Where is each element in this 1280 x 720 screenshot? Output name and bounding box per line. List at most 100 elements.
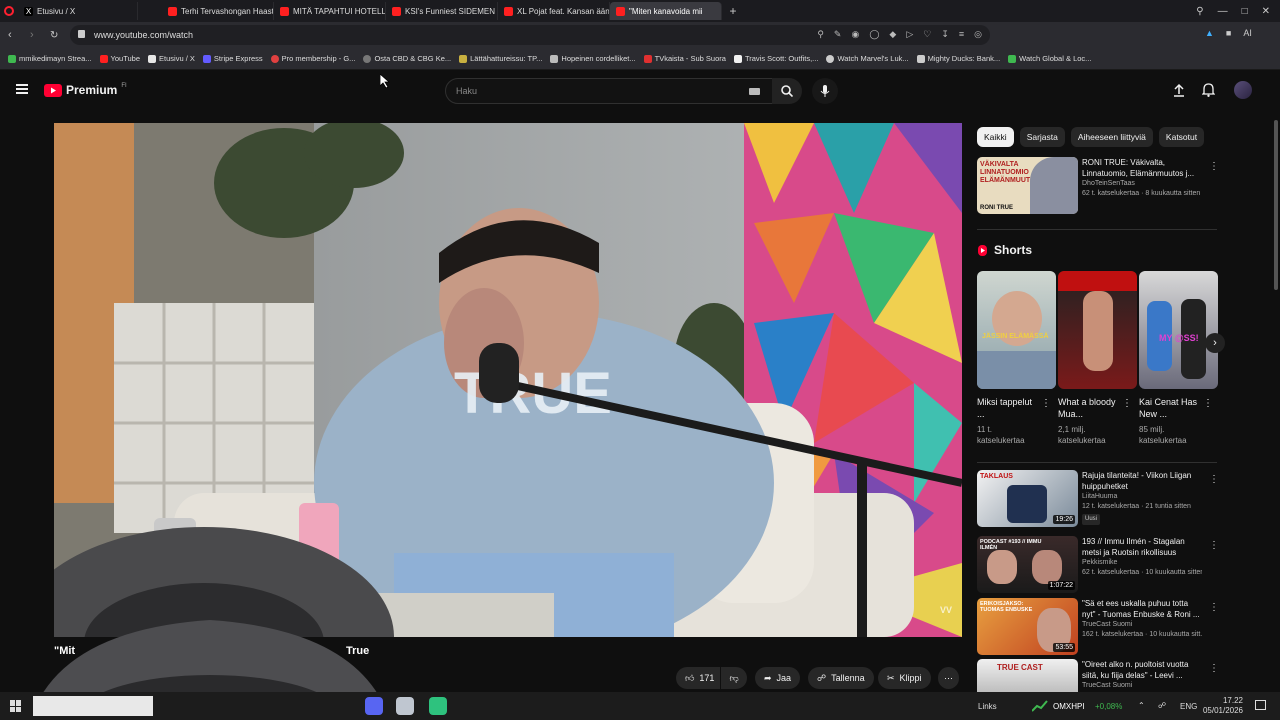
more-vertical-icon[interactable]: ⋮ [1209,602,1219,613]
back-icon[interactable]: ‹ [8,29,12,41]
camera-icon[interactable]: ◉ [851,29,859,40]
language-indicator[interactable]: ENG [1180,702,1197,711]
more-vertical-icon[interactable]: ⋮ [1203,398,1213,409]
shield-icon[interactable]: ◯ [869,29,879,40]
bookmark-4[interactable]: Pro membership - G... [270,54,355,63]
minimize-icon[interactable]: — [1218,6,1228,17]
chip-all[interactable]: Kaikki [977,127,1014,147]
video-thumbnail[interactable]: VÄKIVALTA LINNATUOMIO ELÄMÄNMUUTOS RONI … [977,157,1078,214]
video-player[interactable]: TRUE VV [54,123,962,637]
video-thumbnail[interactable]: PODCAST #193 // IMMU ILMÉN 1:07:22 [977,536,1078,593]
like-button[interactable]: 👍︎ 171 [676,667,721,689]
more-vertical-icon[interactable]: ⋮ [1209,474,1219,485]
more-vertical-icon[interactable]: ⋮ [1209,663,1217,674]
taskbar-search-box[interactable] [33,696,153,716]
tab-4[interactable]: XL Pojat feat. Kansan äänl [498,2,610,20]
recommendation-item[interactable]: TRUE CAST "Oireet alko n. puoltoist vuot… [977,659,1217,692]
heart-icon[interactable]: ♡ [923,29,931,40]
app-icon[interactable] [396,697,414,715]
reload-icon[interactable]: ↻ [50,30,58,41]
search-input[interactable]: Haku [445,78,773,104]
tab-3[interactable]: KSI's Funniest SIDEMEN M [386,2,498,20]
recommendation-item[interactable]: ERIKOISJAKSO: TUOMAS ENBUSKE 53:55 "Sä e… [977,598,1219,658]
spotify-app-icon[interactable] [429,697,447,715]
network-icon[interactable]: ☍ [1158,701,1166,710]
short-card-2[interactable]: MY @SS! [1139,271,1218,389]
bookmark-1[interactable]: YouTube [99,54,140,63]
cube-icon[interactable]: ■ [1226,28,1231,38]
clip-button[interactable]: ✂ Klippi [878,667,931,689]
share-button[interactable]: ➦ Jaa [755,667,801,689]
bookmark-9[interactable]: Travis Scott: Outfits,... [733,54,818,63]
opera-menu-icon[interactable] [0,6,18,16]
scrollbar-thumb[interactable] [1274,120,1278,290]
profile-icon[interactable]: ◎ [974,29,982,40]
more-vertical-icon[interactable]: ⋮ [1209,540,1219,551]
clock[interactable]: 17.22 05/01/2026 [1198,696,1243,716]
recommendation-title[interactable]: Rajuja tilanteita! - Viikon Liigan huipp… [1082,470,1202,492]
upload-icon[interactable] [1173,83,1185,102]
video-thumbnail[interactable]: TAKLAUS 19:26 [977,470,1078,527]
edit-icon[interactable]: ✎ [834,29,842,40]
channel-name[interactable]: TrueCast Suomi [1082,681,1202,691]
search-tabs-icon[interactable]: ⚲ [1196,6,1203,17]
dislike-button[interactable]: 👎︎ [721,667,747,689]
bookmark-5[interactable]: Osta CBD & CBG Ke... [363,54,451,63]
page-scrollbar[interactable] [1272,112,1280,692]
bookmark-10[interactable]: Watch Marvel's Luk... [826,54,909,63]
bookmark-3[interactable]: Stripe Express [202,54,263,63]
chip-series[interactable]: Sarjasta [1019,127,1065,147]
recommendation-item[interactable]: PODCAST #193 // IMMU ILMÉN 1:07:22 193 /… [977,536,1219,596]
tab-5-active[interactable]: "Miten kanavoida mii [610,2,722,20]
channel-name[interactable]: DhoTeinSenTaas [1082,179,1202,189]
forward-icon[interactable]: › [30,29,34,41]
bookmark-8[interactable]: TVkaista - Sub Suora [643,54,726,63]
channel-name[interactable]: TrueCast Suomi [1082,620,1202,630]
avatar[interactable] [1234,81,1252,99]
chip-watched[interactable]: Katsotut [1158,127,1205,147]
video-thumbnail[interactable]: TRUE CAST [977,659,1078,692]
download-icon[interactable]: ↧ [941,29,949,40]
tab-2[interactable]: MITÄ TAPAHTUI HOTELLII [274,2,386,20]
notification-center-icon[interactable] [1255,700,1266,710]
discord-app-icon[interactable] [365,697,383,715]
save-button[interactable]: ☍ Tallenna [808,667,874,689]
recommendation-title[interactable]: 193 // Immu Ilmén - Stagalan metsi ja Ru… [1082,536,1202,558]
tray-chevron-up-icon[interactable]: ⌃ [1138,701,1145,710]
short-card-1[interactable] [1058,271,1137,389]
voice-search-button[interactable] [812,78,838,104]
tab-1[interactable]: Terhi Tervashongan Haasta [162,2,274,20]
tab-0[interactable]: X Etusivu / X [18,2,138,20]
recommendation-title[interactable]: RONI TRUE: Väkivalta, Linnatuomio, Elämä… [1082,157,1202,179]
extension-icon[interactable]: ◆ [889,29,896,40]
keyboard-icon[interactable] [749,88,760,95]
recommendation-item[interactable]: VÄKIVALTA LINNATUOMIO ELÄMÄNMUUTOS RONI … [977,157,1219,217]
channel-watermark[interactable]: VV [940,605,952,615]
windows-start-icon[interactable] [10,700,22,712]
video-thumbnail[interactable]: ERIKOISJAKSO: TUOMAS ENBUSKE 53:55 [977,598,1078,655]
address-field[interactable]: www.youtube.com/watch ⚲ ✎ ◉ ◯ ◆ ▷ ♡ ↧ ≡ … [70,25,990,45]
new-tab-button[interactable]: + [722,4,744,18]
vpn-icon[interactable]: ▲ [1205,28,1214,38]
channel-name[interactable]: Pekkismike [1082,558,1202,568]
channel-name[interactable]: LiitaHuuma [1082,492,1202,502]
search-icon[interactable]: ⚲ [817,29,824,40]
play-icon[interactable]: ▷ [906,29,913,40]
bookmark-2[interactable]: Etusivu / X [148,54,195,63]
short-title[interactable]: Kai Cenat Has New ... [1139,396,1201,420]
links-toolbar[interactable]: Links [978,702,997,711]
bookmark-6[interactable]: Lättähattureissu: TP... [459,54,542,63]
close-icon[interactable]: ✕ [1262,6,1270,17]
bookmark-0[interactable]: mmikedimayn Strea... [8,54,92,63]
short-card-0[interactable]: JÄSSIN ELÄMÄSSÄ [977,271,1056,389]
bookmark-7[interactable]: Hopeinen cordelliket... [550,54,636,63]
stock-ticker[interactable]: OMXHPI [1053,702,1085,711]
notifications-bell-icon[interactable] [1201,83,1216,102]
search-button[interactable] [772,78,802,104]
more-vertical-icon[interactable]: ⋮ [1122,398,1132,409]
short-title[interactable]: What a bloody Mua... [1058,396,1120,420]
maximize-icon[interactable]: □ [1242,6,1248,17]
shorts-next-button[interactable]: › [1205,333,1225,353]
more-actions-button[interactable]: ⋯ [938,667,959,689]
recommendation-title[interactable]: "Sä et ees uskalla puhuu totta nyt" - Tu… [1082,598,1202,620]
